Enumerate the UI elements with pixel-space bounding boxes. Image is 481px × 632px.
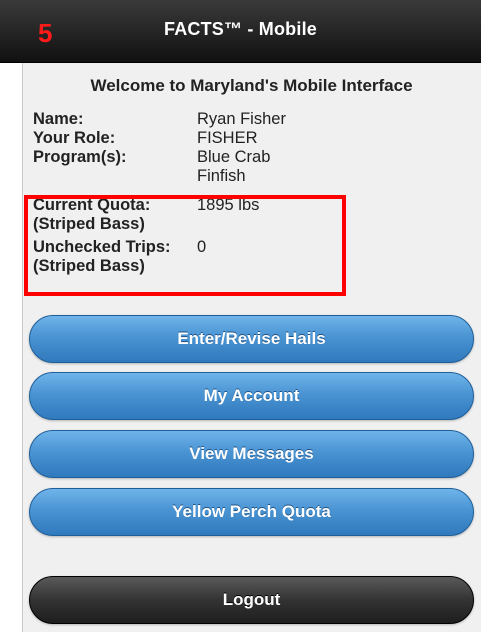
programs-label: Program(s): [33, 148, 127, 166]
mobile-app: FACTS™ - Mobile 5 Welcome to Maryland's … [0, 0, 481, 632]
step-number-badge: 5 [38, 18, 53, 48]
enter-revise-hails-button[interactable]: Enter/Revise Hails [29, 315, 474, 363]
name-label: Name: [33, 110, 84, 128]
name-value: Ryan Fisher [197, 110, 286, 128]
role-value: FISHER [197, 129, 258, 147]
welcome-heading: Welcome to Maryland's Mobile Interface [90, 76, 413, 95]
yellow-perch-quota-button[interactable]: Yellow Perch Quota [29, 488, 474, 536]
program-item: Finfish [197, 167, 246, 185]
role-label: Your Role: [33, 129, 116, 147]
view-messages-button[interactable]: View Messages [29, 430, 474, 478]
logout-button[interactable]: Logout [29, 576, 474, 624]
my-account-button[interactable]: My Account [29, 372, 474, 420]
app-header: FACTS™ - Mobile [0, 0, 481, 63]
program-item: Blue Crab [197, 148, 271, 166]
app-title: FACTS™ - Mobile [164, 19, 317, 39]
quota-highlight-box [24, 195, 346, 296]
